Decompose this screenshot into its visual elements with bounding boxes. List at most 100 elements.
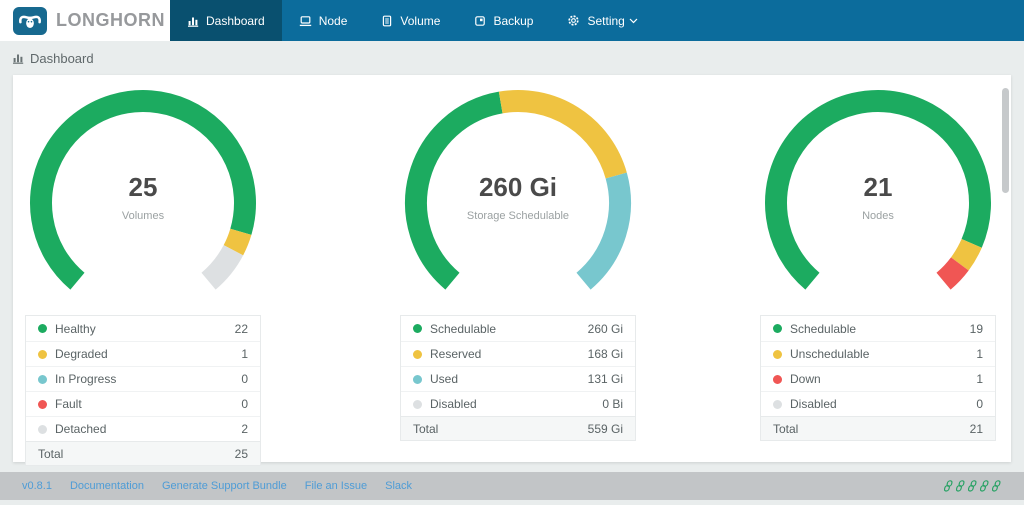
legend-total-row: Total 559 Gi <box>401 416 635 440</box>
legend-label: Disabled <box>790 397 837 411</box>
link-icon <box>944 480 953 492</box>
gauge-segment-reserved <box>498 90 627 179</box>
storage-legend-table: Schedulable 260 Gi Reserved 168 Gi Used 131 G… <box>400 315 636 441</box>
legend-label: Disabled <box>430 397 477 411</box>
scrollbar-thumb[interactable] <box>1002 88 1009 193</box>
nav-menu: Dashboard Node Volume Backup Setting <box>170 0 655 41</box>
legend-label: Total <box>38 446 64 461</box>
volumes-caption: Volumes <box>121 210 165 222</box>
storage-caption: Storage Schedulable <box>466 210 570 222</box>
legend-row: Detached 2 <box>26 416 260 441</box>
legend-label: Unschedulable <box>790 347 870 361</box>
volume-list-icon <box>381 15 393 27</box>
bar-chart-icon <box>12 52 24 64</box>
legend-dot <box>773 399 782 409</box>
legend-row: Used 131 Gi <box>401 366 635 391</box>
legend-value: 1 <box>976 372 983 386</box>
legend-dot <box>773 349 782 359</box>
legend-dot <box>413 324 422 333</box>
chevron-down-icon <box>629 18 638 24</box>
nodes-count: 21 <box>863 172 893 202</box>
generate-support-bundle-link[interactable]: Generate Support Bundle <box>162 480 287 492</box>
legend-label: Total <box>413 421 439 436</box>
breadcrumb: Dashboard <box>0 41 1024 75</box>
gauge-segment-down <box>936 257 969 290</box>
link-icon <box>956 480 965 492</box>
gauge-center: 260 Gi Storage Schedulable <box>403 172 633 222</box>
link-icon <box>992 480 1001 492</box>
footer-bar: v0.8.1 Documentation Generate Support Bu… <box>0 472 1024 500</box>
legend-row: Healthy 22 <box>26 316 260 341</box>
legend-label: Healthy <box>55 321 96 336</box>
backup-box-icon <box>474 15 486 27</box>
legend-row: Fault 0 <box>26 391 260 416</box>
gauge-segment-unschedulable <box>950 238 982 271</box>
legend-value: 1 <box>241 347 248 361</box>
brand-logo[interactable]: LONGHORN <box>0 0 170 41</box>
legend-label: Total <box>773 421 799 436</box>
legend-value: 2 <box>241 422 248 436</box>
volumes-chart-column: 25 Volumes Healthy 22 Degraded 1 In Progress… <box>25 88 261 466</box>
legend-label: Detached <box>55 422 107 436</box>
legend-dot <box>413 349 422 359</box>
link-icon <box>980 480 989 492</box>
legend-value: 559 Gi <box>587 421 623 436</box>
gauge-segment-detached <box>201 244 244 290</box>
nodes-gauge: 21 Nodes <box>763 88 993 318</box>
bar-chart-icon <box>187 15 199 27</box>
legend-value: 131 Gi <box>587 372 623 386</box>
slack-link[interactable]: Slack <box>385 480 412 492</box>
legend-label: Fault <box>55 397 82 411</box>
legend-label: Degraded <box>55 347 108 361</box>
gauge-segment-degraded <box>223 228 252 256</box>
nav-item-backup[interactable]: Backup <box>457 0 550 41</box>
nav-item-label: Node <box>318 13 348 28</box>
legend-dot <box>413 399 422 409</box>
legend-dot <box>38 374 47 384</box>
legend-total-row: Total 25 <box>26 441 260 465</box>
documentation-link[interactable]: Documentation <box>70 480 144 492</box>
version-label: v0.8.1 <box>22 480 52 492</box>
legend-row: Reserved 168 Gi <box>401 341 635 366</box>
legend-row: Degraded 1 <box>26 341 260 366</box>
legend-value: 0 Bi <box>602 397 623 411</box>
nav-item-volume[interactable]: Volume <box>364 0 457 41</box>
legend-label: Reserved <box>430 347 482 361</box>
bull-skull-icon <box>19 15 41 28</box>
websocket-status-icons <box>944 480 1002 492</box>
legend-dot <box>413 374 422 384</box>
legend-value: 0 <box>241 372 248 386</box>
nav-item-label: Dashboard <box>206 13 265 28</box>
storage-chart-column: 260 Gi Storage Schedulable Schedulable 26… <box>400 88 636 441</box>
storage-amount: 260 Gi <box>478 172 558 202</box>
nav-item-label: Backup <box>493 13 534 28</box>
legend-value: 1 <box>976 347 983 361</box>
legend-dot <box>38 399 47 409</box>
legend-dot <box>38 349 47 359</box>
file-an-issue-link[interactable]: File an Issue <box>305 480 367 492</box>
gear-icon <box>567 14 580 27</box>
gauge-center: 25 Volumes <box>28 172 258 222</box>
legend-value: 19 <box>969 321 983 336</box>
legend-label: Schedulable <box>430 321 497 336</box>
legend-dot <box>38 324 47 333</box>
gauge-center: 21 Nodes <box>763 172 993 222</box>
legend-row: Down 1 <box>761 366 995 391</box>
nodes-caption: Nodes <box>862 210 894 222</box>
legend-row: In Progress 0 <box>26 366 260 391</box>
storage-gauge: 260 Gi Storage Schedulable <box>403 88 633 318</box>
legend-label: Down <box>790 372 821 386</box>
nav-item-label: Setting <box>587 13 625 28</box>
laptop-icon <box>299 15 312 27</box>
legend-dot <box>773 324 782 333</box>
legend-label: Schedulable <box>790 321 857 336</box>
nav-item-label: Volume <box>400 13 441 28</box>
nav-item-node[interactable]: Node <box>282 0 365 41</box>
legend-value: 22 <box>234 321 248 336</box>
nav-item-dashboard[interactable]: Dashboard <box>170 0 282 41</box>
nav-item-setting[interactable]: Setting <box>550 0 654 41</box>
legend-dot <box>38 424 47 434</box>
legend-dot <box>773 374 782 384</box>
nodes-chart-column: 21 Nodes Schedulable 19 Unschedulable 1 Down… <box>760 88 996 441</box>
brand-name: LONGHORN <box>56 10 165 30</box>
